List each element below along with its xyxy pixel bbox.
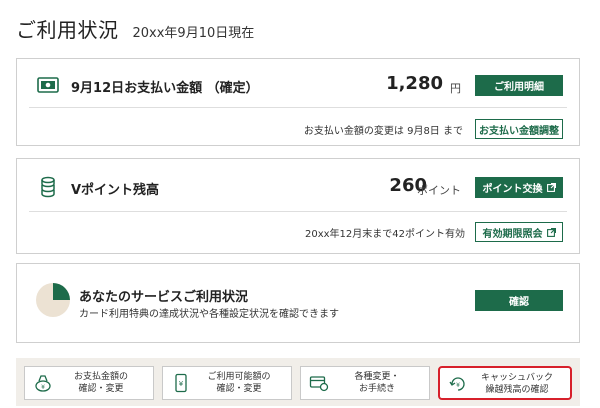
services-card: あなたのサービスご利用状況 カード利用特典の達成状況や各種設定状況を確認できます… [16,263,580,343]
card-settings-icon [309,373,329,393]
page-header: ご利用状況 20xx年9月10日現在 [16,14,254,43]
usage-details-label: ご利用明細 [494,82,544,93]
quick-link-line1: 各種変更・ [354,372,400,382]
quick-link-line2: 確認・変更 [216,384,262,394]
pie-slice [53,283,70,300]
svg-text:¥: ¥ [41,384,45,391]
card-divider [29,211,567,212]
points-label: Vポイント残高 [71,183,160,198]
page-title: ご利用状況 [16,18,119,42]
quick-link-text: お支払金額の 確認・変更 [55,371,147,395]
quick-link-text: キャッシュバック 繰越残高の確認 [470,372,564,396]
confirm-label: 確認 [509,297,529,308]
quick-link-text: 各種変更・ お手続き [331,371,423,395]
card-divider [29,107,567,108]
payment-adjust-button[interactable]: お支払い金額調整 [475,119,563,139]
payment-unit: 円 [450,82,461,95]
payment-label: 9月12日お支払い金額 （確定） [71,81,259,96]
quick-link-line1: キャッシュバック [480,373,553,383]
services-subtitle: カード利用特典の達成状況や各種設定状況を確認できます [79,309,339,320]
expiry-inquiry-label: 有効期限照会 [482,228,543,240]
quick-link-cashback[interactable]: ¥ キャッシュバック 繰越残高の確認 [438,366,572,400]
money-card-icon [37,77,59,93]
wallet-icon: ¥ [33,373,53,393]
points-unit: ポイント [417,184,461,197]
as-of-date: 20xx年9月10日現在 [132,26,255,41]
external-link-icon [546,227,556,237]
quick-link-line2: 確認・変更 [78,384,124,394]
pie-chart-icon [35,282,71,318]
quick-link-line2: 繰越残高の確認 [485,385,549,395]
quick-link-payment-amount[interactable]: ¥ お支払金額の 確認・変更 [24,366,154,400]
payment-card: 9月12日お支払い金額 （確定） 1,280 円 ご利用明細 お支払い金額の変更… [16,58,580,146]
quick-link-line1: ご利用可能額の [207,372,271,382]
quick-link-available-amount[interactable]: ¥ ご利用可能額の 確認・変更 [162,366,292,400]
expiry-inquiry-button[interactable]: 有効期限照会 [475,222,563,242]
quick-link-line1: お支払金額の [73,372,128,382]
confirm-button[interactable]: 確認 [475,290,563,311]
coin-stack-icon [39,176,57,198]
point-exchange-button[interactable]: ポイント交換 [475,177,563,198]
quick-link-line2: お手続き [358,384,395,394]
quick-links-bar: ¥ お支払金額の 確認・変更 ¥ ご利用可能額の 確認・変更 各種変更・ お手続き ¥… [16,358,580,406]
phone-yen-icon: ¥ [171,373,191,393]
quick-link-procedures[interactable]: 各種変更・ お手続き [300,366,430,400]
services-title: あなたのサービスご利用状況 [79,290,249,305]
payment-amount: 1,280 [386,73,443,94]
svg-text:¥: ¥ [456,382,460,389]
external-link-icon [546,182,556,192]
points-expiry-note: 20xx年12月末まで42ポイント有効 [304,229,465,240]
payment-change-note: お支払い金額の変更は 9月8日 まで [303,126,463,137]
usage-details-button[interactable]: ご利用明細 [475,75,563,96]
cashback-icon: ¥ [448,374,468,394]
points-card: Vポイント残高 260 ポイント ポイント交換 20xx年12月末まで42ポイン… [16,158,580,254]
quick-link-text: ご利用可能額の 確認・変更 [193,371,285,395]
svg-text:¥: ¥ [179,380,184,388]
point-exchange-label: ポイント交換 [482,184,543,195]
payment-adjust-label: お支払い金額調整 [479,125,559,137]
